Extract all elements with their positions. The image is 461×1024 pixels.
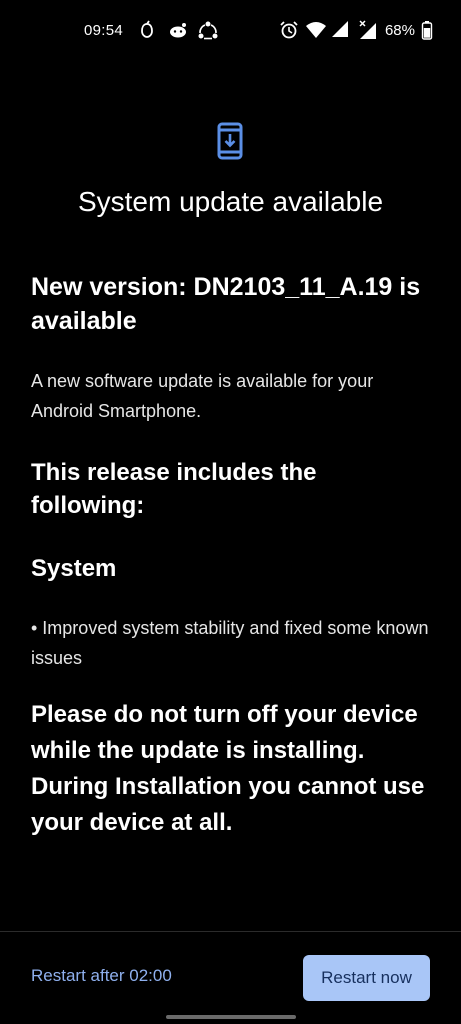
status-time: 09:54 — [84, 21, 124, 39]
status-bar: 09:54 68% — [0, 0, 461, 60]
battery-percentage: 68% — [384, 21, 415, 39]
signal-no-data-icon — [357, 20, 377, 40]
restart-later-button[interactable]: Restart after 02:00 — [31, 966, 172, 986]
system-update-icon — [217, 122, 243, 160]
status-right-group: 68% — [279, 20, 433, 40]
update-details: New version: DN2103_11_A.19 is available… — [31, 270, 431, 841]
status-left-group: 09:54 — [84, 20, 218, 40]
app-notification-icon — [137, 20, 157, 40]
divider — [0, 931, 461, 932]
version-heading: New version: DN2103_11_A.19 is available — [31, 273, 421, 335]
alarm-icon — [279, 20, 299, 40]
page-title: System update available — [77, 186, 384, 217]
install-warning: Please do not turn off your device while… — [31, 701, 425, 836]
update-description: A new software update is available for y… — [31, 371, 374, 421]
wifi-icon — [305, 20, 326, 40]
reddit-icon — [167, 20, 187, 40]
release-notes-heading: This release includes the following: — [31, 459, 317, 519]
sync-icon — [197, 20, 218, 40]
release-note-item: • Improved system stability and fixed so… — [31, 618, 429, 668]
signal-icon — [331, 20, 351, 40]
restart-now-button[interactable]: Restart now — [303, 955, 430, 1001]
release-section-title: System — [31, 555, 117, 582]
navigation-handle[interactable] — [166, 1015, 296, 1019]
battery-icon — [421, 20, 433, 40]
